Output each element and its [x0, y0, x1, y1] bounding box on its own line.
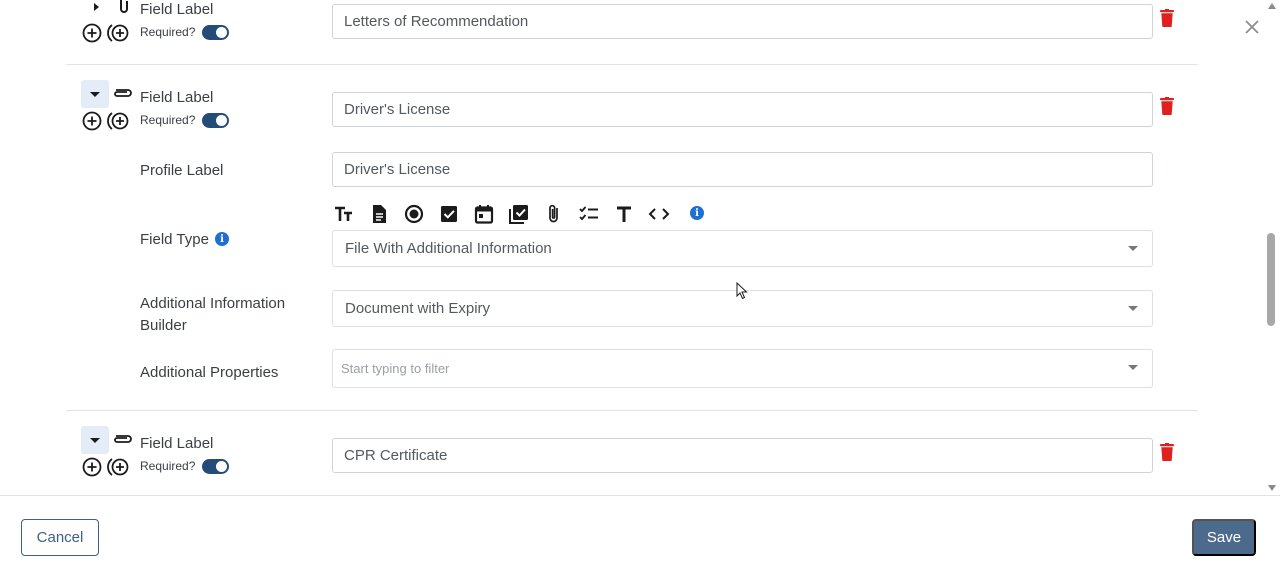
- paperclip-icon: [114, 89, 132, 97]
- radio-icon[interactable]: [403, 203, 425, 225]
- trash-icon[interactable]: [1160, 97, 1174, 115]
- cancel-button[interactable]: Cancel: [21, 519, 99, 556]
- paperclip-icon: [120, 0, 128, 13]
- field-label-input[interactable]: CPR Certificate: [332, 438, 1153, 473]
- title-icon[interactable]: [613, 203, 635, 225]
- required-label: Required?: [140, 113, 196, 127]
- required-toggle[interactable]: [202, 459, 229, 474]
- row-divider: [66, 64, 1198, 65]
- additional-props-placeholder: Start typing to filter: [341, 361, 450, 376]
- info-icon[interactable]: i: [215, 232, 229, 246]
- field-type-title: Field Type: [140, 231, 209, 248]
- field-type-select[interactable]: File With Additional Information: [332, 230, 1153, 267]
- code-icon[interactable]: [648, 203, 670, 225]
- required-toggle[interactable]: [202, 25, 229, 40]
- text-size-icon[interactable]: [333, 203, 355, 225]
- checklist-icon[interactable]: [578, 203, 600, 225]
- add-field-icon[interactable]: [82, 457, 102, 477]
- collapse-toggle[interactable]: [81, 80, 109, 108]
- info-icon[interactable]: i: [690, 206, 704, 220]
- collapse-toggle[interactable]: [82, 0, 110, 21]
- multi-checkbox-icon[interactable]: [508, 203, 530, 225]
- add-nested-field-icon[interactable]: [107, 457, 129, 477]
- additional-props-title: Additional Properties: [140, 364, 279, 381]
- field-label-input[interactable]: Driver's License: [332, 92, 1153, 127]
- scrollbar-thumb[interactable]: [1267, 233, 1275, 326]
- field-label-title: Field Label: [140, 89, 214, 106]
- add-field-icon[interactable]: [82, 23, 102, 43]
- field-type-value: File With Additional Information: [345, 240, 552, 257]
- add-nested-field-icon[interactable]: [107, 111, 129, 131]
- document-icon[interactable]: [368, 203, 390, 225]
- fields-scroll-area: Field Label Required? Letters of Recomme…: [0, 0, 1264, 495]
- calendar-icon[interactable]: [473, 203, 495, 225]
- chevron-down-icon: [1128, 365, 1138, 370]
- additional-info-value: Document with Expiry: [345, 300, 491, 317]
- required-toggle[interactable]: [202, 113, 229, 128]
- field-label-title: Field Label: [140, 435, 214, 452]
- vertical-scrollbar[interactable]: [1264, 0, 1280, 495]
- profile-label-input[interactable]: Driver's License: [332, 152, 1153, 187]
- paperclip-icon[interactable]: [543, 203, 565, 225]
- caret-down-icon: [90, 91, 100, 97]
- caret-down-icon: [90, 437, 100, 443]
- additional-props-input[interactable]: Start typing to filter: [332, 349, 1153, 388]
- edit-fields-modal: Field Label Required? Letters of Recomme…: [0, 0, 1280, 580]
- profile-label-title: Profile Label: [140, 162, 224, 179]
- paperclip-icon: [114, 435, 132, 443]
- save-button[interactable]: Save: [1192, 519, 1256, 556]
- checkbox-icon[interactable]: [438, 203, 460, 225]
- required-label: Required?: [140, 25, 196, 39]
- add-field-icon[interactable]: [82, 111, 102, 131]
- field-label-title: Field Label: [140, 1, 214, 18]
- footer-divider: [0, 495, 1280, 496]
- scroll-up-icon[interactable]: [1268, 3, 1276, 9]
- chevron-down-icon: [1128, 306, 1138, 311]
- trash-icon[interactable]: [1160, 443, 1174, 461]
- trash-icon[interactable]: [1160, 9, 1174, 27]
- required-label: Required?: [140, 459, 196, 473]
- mouse-pointer-icon: [736, 282, 748, 300]
- add-nested-field-icon[interactable]: [107, 23, 129, 43]
- field-label-input[interactable]: Letters of Recommendation: [332, 4, 1153, 39]
- chevron-down-icon: [1128, 246, 1138, 251]
- collapse-toggle[interactable]: [81, 426, 109, 454]
- scroll-down-icon[interactable]: [1268, 485, 1276, 491]
- row-divider: [66, 410, 1198, 411]
- caret-right-icon: [93, 3, 99, 11]
- additional-info-title: Additional Information Builder: [140, 295, 286, 334]
